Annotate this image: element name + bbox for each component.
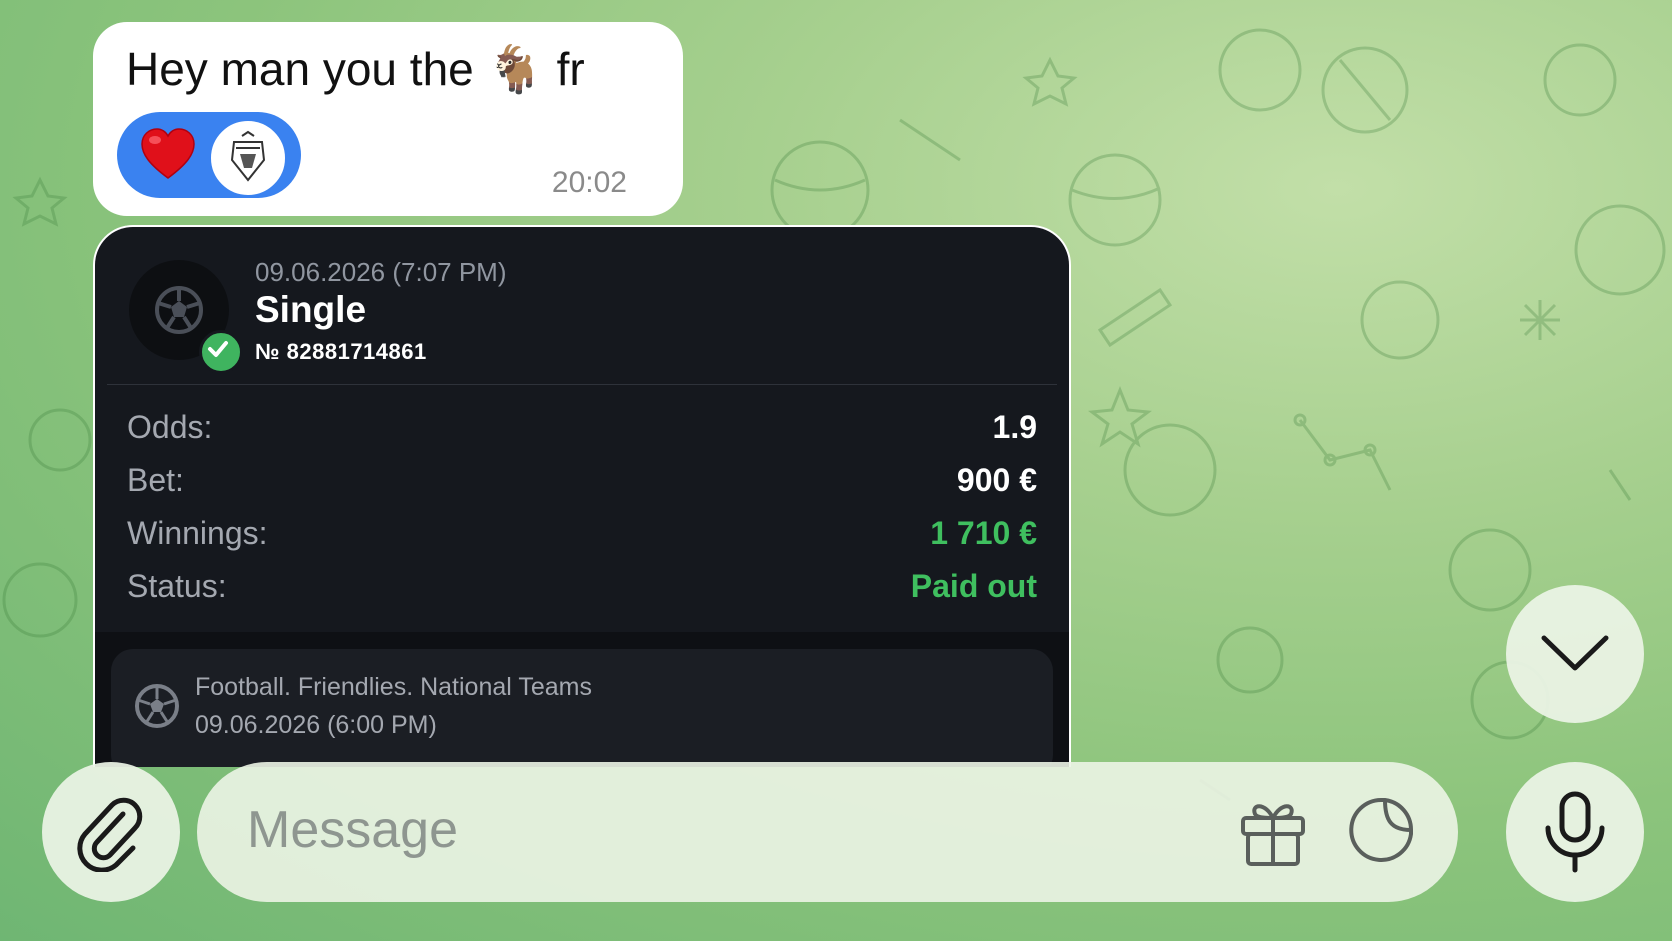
bet-type: Single [255, 289, 367, 330]
scroll-down-button[interactable] [1506, 585, 1644, 723]
voice-record-button[interactable] [1506, 762, 1644, 902]
club-badge-avatar [211, 121, 285, 195]
status-label: Status: [127, 568, 227, 604]
odds-row: Odds: 1.9 [127, 409, 1037, 449]
winnings-value: 1 710 € [930, 515, 1037, 551]
football-icon [135, 684, 179, 728]
event-title: Football. Friendlies. National Teams [195, 673, 592, 701]
event-card[interactable]: Football. Friendlies. National Teams 09.… [111, 649, 1053, 767]
status-row: Status: Paid out [127, 568, 1037, 608]
microphone-icon [1545, 791, 1605, 873]
chevron-down-icon [1541, 635, 1609, 671]
sticker-icon[interactable] [1345, 794, 1417, 870]
odds-label: Odds: [127, 409, 213, 445]
bet-label: Bet: [127, 462, 184, 498]
reactions-pill[interactable] [117, 112, 301, 198]
bet-receipt-card[interactable]: 09.06.2026 (7:07 PM) Single № 8288171486… [93, 225, 1071, 767]
status-value: Paid out [910, 568, 1037, 604]
check-badge-icon [199, 330, 243, 374]
message-time: 20:02 [551, 166, 627, 199]
event-date: 09.06.2026 (6:00 PM) [195, 711, 437, 739]
attach-button[interactable] [42, 762, 180, 902]
message-text: Hey man you the 🐐 fr [126, 43, 585, 95]
bet-number: № 82881714861 [255, 339, 427, 364]
bet-date: 09.06.2026 (7:07 PM) [255, 257, 507, 287]
message-input[interactable]: Message [197, 762, 1458, 902]
bet-value: 900 € [956, 462, 1037, 498]
divider [107, 384, 1057, 385]
message-bubble[interactable]: Hey man you the 🐐 fr 20:02 [93, 22, 683, 216]
gift-icon[interactable] [1237, 794, 1309, 870]
winnings-label: Winnings: [127, 515, 268, 551]
paperclip-icon [77, 797, 143, 872]
heart-icon [141, 128, 195, 179]
bet-row: Bet: 900 € [127, 462, 1037, 502]
event-section: Football. Friendlies. National Teams 09.… [95, 632, 1069, 767]
odds-value: 1.9 [992, 409, 1037, 445]
winnings-row: Winnings: 1 710 € [127, 515, 1037, 555]
message-placeholder: Message [247, 801, 458, 859]
